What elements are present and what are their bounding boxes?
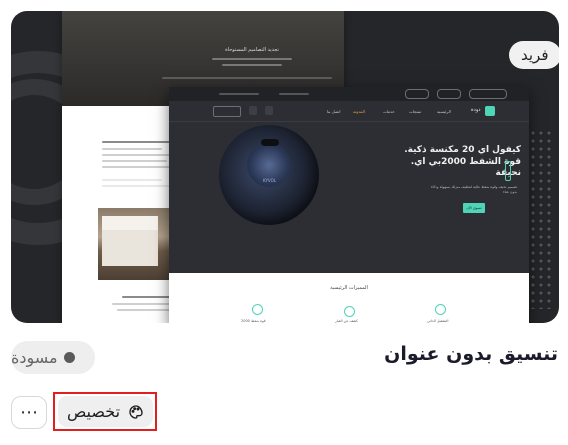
text-line (102, 160, 167, 162)
status-badge: مسودة (11, 341, 95, 374)
hero-title: كيفول اي 20 مكنسة ذكية. قوة الشفط 2000بي… (404, 145, 521, 178)
text-line (102, 141, 177, 143)
nav-item: المدونة (353, 109, 365, 114)
nav-item: منتجات (409, 109, 422, 114)
theme-preview[interactable]: تجديد التصاميم المستوحاة دودة الرئيسية م… (11, 11, 559, 323)
text-line (212, 58, 292, 60)
site-logo-text: دودة (471, 107, 481, 113)
nav-icon (249, 106, 257, 115)
text-line (102, 154, 172, 156)
topbar-pill (469, 89, 507, 99)
text-line (102, 179, 162, 181)
feature-label: كشف عن الغبار (335, 319, 358, 323)
unique-badge: فريد (509, 41, 559, 69)
more-icon: ⋯ (20, 402, 38, 423)
nav-item: الرئيسية (437, 109, 451, 114)
text-line (102, 185, 172, 187)
text-line (219, 93, 259, 95)
nav-search (213, 106, 241, 117)
more-options-button[interactable]: ⋯ (11, 396, 47, 429)
customize-label: تخصيص (66, 402, 121, 421)
status-label: مسودة (11, 348, 58, 367)
decor-dots (529, 129, 553, 309)
preview-front-page: دودة الرئيسية منتجات خدمات المدونة اتصل … (169, 87, 529, 323)
feature-icon (435, 304, 446, 315)
nav-icon (265, 106, 273, 115)
hero-cta-button: تسوق الآن (463, 203, 485, 213)
text-line (102, 166, 174, 168)
back-hero-title: تجديد التصاميم المستوحاة (225, 47, 279, 53)
topbar-pill (437, 89, 461, 99)
text-line (162, 77, 332, 79)
status-dot-icon (63, 352, 75, 363)
top-bar (169, 87, 529, 101)
feature-label: قوة شفط 2000 (241, 319, 266, 323)
topbar-pill (405, 89, 429, 99)
text-line (279, 93, 309, 95)
nav-item: اتصل بنا (327, 109, 341, 114)
feature-icon (252, 304, 263, 315)
hero-description: تصميم نحيف وقوة شفط عالية لتنظيف منزلك ب… (430, 185, 517, 194)
features-title: المميزات الرئيسية (330, 285, 368, 291)
text-line (102, 148, 162, 150)
nav-item: خدمات (383, 109, 395, 114)
feature-label: التشغيل الذاتي (427, 319, 449, 323)
nav-bar: دودة الرئيسية منتجات خدمات المدونة اتصل … (169, 101, 529, 122)
robot-brand-label: KYVOL (263, 178, 276, 183)
theme-title: تنسيق بدون عنوان (384, 343, 558, 365)
palette-icon (129, 404, 143, 419)
pillow-shape (102, 216, 158, 230)
site-logo (485, 106, 495, 116)
robot-vacuum-sensor (261, 139, 279, 146)
slider-indicator (505, 161, 511, 181)
feature-icon (344, 306, 355, 317)
customize-button[interactable]: تخصيص (58, 396, 153, 427)
text-line (222, 64, 282, 66)
